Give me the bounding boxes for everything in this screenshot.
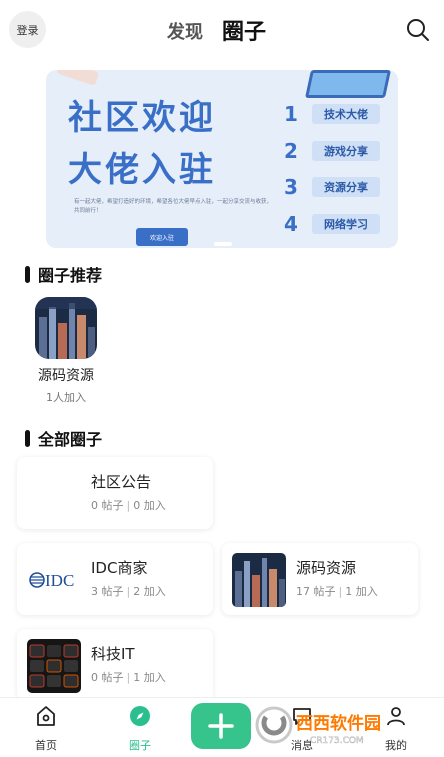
banner-item-label: 技术大佬 [312,104,380,124]
circle-card-name: IDC商家 [91,559,148,577]
recommended-circle-item[interactable]: 源码资源 1人加入 [30,297,102,405]
circle-card-joins: 1 加入 [345,585,378,598]
circle-card[interactable]: 社区公告 0 帖子 | 0 加入 [17,457,213,529]
watermark-url: CR173.COM [310,736,364,746]
banner-item-number: 1 [284,102,298,126]
banner-item-label: 游戏分享 [312,141,380,161]
create-post-button[interactable] [191,703,251,749]
circle-card[interactable]: 源码资源 17 帖子 | 1 加入 [222,543,418,615]
circle-avatar [35,297,97,359]
circle-card-stats: 17 帖子 | 1 加入 [296,585,378,598]
circle-card-joins: 2 加入 [133,585,166,598]
circle-card-joins: 1 加入 [133,671,166,684]
nav-item-home[interactable]: 首页 [16,704,76,753]
promo-banner[interactable]: 社区欢迎 大佬入驻 有一起大佬，希望打造好的环境，希望各位大佬早点入驻，一起分享… [46,70,398,248]
banner-decoration [56,70,100,86]
login-button[interactable]: 登录 [9,11,46,48]
circle-card[interactable]: IDC IDC商家 3 帖子 | 2 加入 [17,543,213,615]
tab-discover[interactable]: 发现 [167,18,203,44]
circle-card-posts: 0 帖子 [91,671,124,684]
circle-member-count: 1人加入 [46,391,86,404]
circle-thumbnail [27,639,81,693]
section-title-all: 全部圈子 [25,426,102,450]
banner-subtitle: 有一起大佬，希望打造好的环境，希望各位大佬早点入驻，一起分享交流与收获，共同前行… [74,199,273,214]
banner-item: 1 技术大佬 [278,102,380,126]
nav-label: 圈子 [129,739,151,752]
circle-card-posts: 0 帖子 [91,499,124,512]
banner-item-number: 3 [284,175,298,199]
watermark-brand: 西西软件园 [296,713,381,734]
banner-item: 4 网络学习 [278,212,380,236]
banner-item: 2 游戏分享 [278,139,380,163]
compass-icon [130,706,150,726]
banner-title-line1: 社区欢迎 [68,98,216,138]
section-title-recommended: 圈子推荐 [25,262,102,286]
circle-card-joins: 0 加入 [133,499,166,512]
banner-title-line2: 大佬入驻 [68,150,216,190]
circle-card-name: 科技IT [91,645,135,663]
circle-name: 源码资源 [38,368,94,384]
circle-thumbnail [232,553,286,607]
banner-item-label: 资源分享 [312,177,380,197]
circle-card-name: 社区公告 [91,473,152,491]
nav-label: 首页 [35,739,57,752]
circle-card-stats: 3 帖子 | 2 加入 [91,585,166,598]
circle-card-name: 源码资源 [296,559,357,577]
section-title-text: 圈子推荐 [38,266,103,285]
idc-logo-text: IDC [45,571,74,590]
search-icon[interactable] [404,16,432,44]
tab-circle[interactable]: 圈子 [222,14,266,46]
top-header: 登录 发现 圈子 [0,0,444,62]
banner-join-button[interactable]: 欢迎入驻 [136,228,188,246]
circle-card-stats: 0 帖子 | 0 加入 [91,499,166,512]
banner-item-number: 2 [284,139,298,163]
banner-item: 3 资源分享 [278,175,380,199]
book-decoration-icon [305,70,391,98]
banner-page-indicator [214,242,232,246]
section-bar [25,429,30,447]
circle-card-posts: 3 帖子 [91,585,124,598]
circle-card-stats: 0 帖子 | 1 加入 [91,671,166,684]
nav-item-circle[interactable]: 圈子 [110,704,170,753]
idc-logo-icon: IDC [27,553,81,607]
banner-item-label: 网络学习 [312,214,380,234]
home-icon [37,706,55,726]
circle-card-posts: 17 帖子 [296,585,336,598]
banner-item-number: 4 [284,212,298,236]
plus-icon [208,713,234,739]
circle-card[interactable]: 科技IT 0 帖子 | 1 加入 [17,629,213,701]
section-bar [25,265,30,283]
section-title-text: 全部圈子 [38,430,103,449]
watermark-logo: 西西软件园 CR173.COM [255,706,381,746]
